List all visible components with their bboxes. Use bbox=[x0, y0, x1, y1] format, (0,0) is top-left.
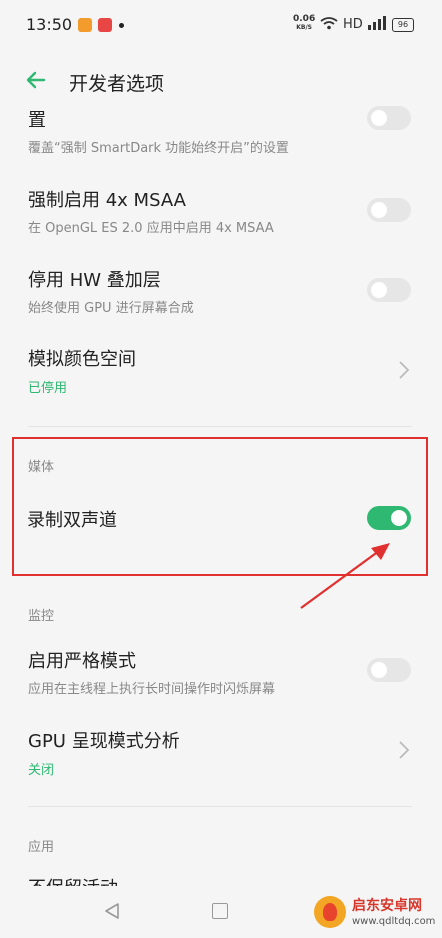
status-bar: 13:50 0.06 KB/S HD 96 bbox=[0, 0, 442, 50]
watermark-logo bbox=[314, 896, 346, 928]
row-title: 停用 HW 叠加层 bbox=[28, 270, 161, 291]
page-title: 开发者选项 bbox=[69, 73, 165, 95]
row-title: 模拟颜色空间 bbox=[28, 349, 136, 370]
hw-overlay-toggle[interactable] bbox=[367, 278, 411, 302]
annotation-arrow bbox=[300, 543, 390, 609]
app-notification-icon bbox=[78, 18, 92, 32]
watermark-url: www.qdltdq.com bbox=[352, 916, 436, 927]
battery-icon: 96 bbox=[392, 18, 414, 32]
toggle-knob bbox=[371, 202, 387, 218]
status-time: 13:50 bbox=[26, 15, 73, 34]
hd-indicator: HD bbox=[343, 17, 363, 32]
wifi-icon bbox=[320, 17, 338, 30]
setting-row-hw-overlay[interactable]: 停用 HW 叠加层 始终使用 GPU 进行屏幕合成 bbox=[0, 258, 442, 320]
network-speed-unit: KB/S bbox=[296, 24, 312, 31]
watermark-name: 启东安卓网 bbox=[352, 898, 422, 914]
row-title: 不保留活动 bbox=[28, 874, 118, 886]
network-speed-value: 0.06 bbox=[293, 14, 316, 24]
row-subtitle: 始终使用 GPU 进行屏幕合成 bbox=[28, 301, 194, 316]
divider bbox=[28, 806, 412, 807]
row-title: 置 bbox=[28, 110, 46, 131]
signal-icon bbox=[368, 16, 386, 30]
section-header-apps: 应用 bbox=[28, 840, 55, 855]
nav-home-icon[interactable] bbox=[212, 903, 228, 919]
toggle-knob bbox=[371, 110, 387, 126]
setting-row-partial[interactable]: 不保留活动 bbox=[0, 868, 442, 886]
row-title: GPU 呈现模式分析 bbox=[28, 731, 180, 752]
row-subtitle: 覆盖“强制 SmartDark 功能始终开启”的设置 bbox=[28, 141, 289, 156]
chevron-right-icon bbox=[399, 741, 410, 759]
toggle-knob bbox=[371, 662, 387, 678]
toggle-knob bbox=[371, 282, 387, 298]
row-subtitle: 在 OpenGL ES 2.0 应用中启用 4x MSAA bbox=[28, 221, 274, 236]
mail-notification-icon bbox=[98, 18, 112, 32]
watermark: 启东安卓网 www.qdltdq.com bbox=[312, 894, 440, 934]
setting-row-msaa[interactable]: 强制启用 4x MSAA 在 OpenGL ES 2.0 应用中启用 4x MS… bbox=[0, 178, 442, 240]
nav-back-icon[interactable] bbox=[103, 902, 121, 920]
setting-row-color-space[interactable]: 模拟颜色空间 已停用 bbox=[0, 338, 442, 400]
row-status: 已停用 bbox=[28, 381, 68, 396]
row-subtitle: 应用在主线程上执行长时间操作时闪烁屏幕 bbox=[28, 682, 276, 697]
more-notifications-icon bbox=[119, 23, 124, 28]
row-title: 强制启用 4x MSAA bbox=[28, 190, 186, 211]
setting-row-smartdark[interactable]: 置 覆盖“强制 SmartDark 功能始终开启”的设置 bbox=[0, 100, 442, 162]
section-header-monitoring: 监控 bbox=[28, 609, 55, 624]
row-status: 关闭 bbox=[28, 763, 55, 778]
divider bbox=[28, 426, 412, 427]
chevron-right-icon bbox=[399, 361, 410, 379]
smartdark-toggle[interactable] bbox=[367, 106, 411, 130]
setting-row-strict-mode[interactable]: 启用严格模式 应用在主线程上执行长时间操作时闪烁屏幕 bbox=[0, 640, 442, 702]
back-arrow-icon[interactable] bbox=[24, 68, 48, 92]
navigation-bar: 启东安卓网 www.qdltdq.com bbox=[0, 886, 442, 938]
strict-mode-toggle[interactable] bbox=[367, 658, 411, 682]
msaa-toggle[interactable] bbox=[367, 198, 411, 222]
setting-row-gpu-profile[interactable]: GPU 呈现模式分析 关闭 bbox=[0, 720, 442, 782]
network-speed: 0.06 KB/S bbox=[293, 14, 316, 32]
row-title: 启用严格模式 bbox=[28, 651, 136, 672]
